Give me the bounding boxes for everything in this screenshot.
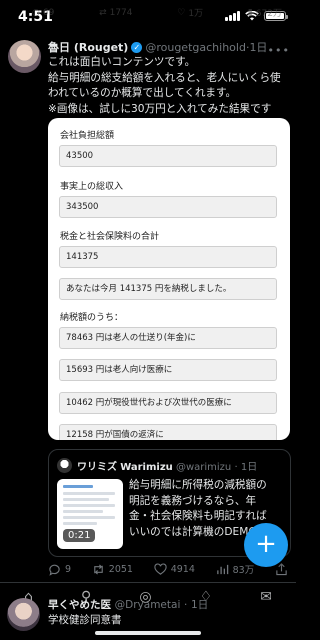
next-tweet-text: 学校健診同意書 bbox=[48, 614, 122, 626]
tweet-text-line: これは面白いコンテンツです。 bbox=[48, 56, 196, 68]
previous-tweet-actions: ○ 69 ⇄ 1774 ♡ 1万 ▮ 672万 bbox=[32, 6, 282, 20]
form-breakdown-item: 10462 円が現役世代および次世代の医療に bbox=[59, 392, 277, 414]
reply-icon bbox=[49, 564, 60, 576]
author-handle[interactable]: @rougetgachihold bbox=[145, 41, 246, 54]
reply-count: 9 bbox=[65, 563, 72, 575]
like-button[interactable]: 4914 bbox=[154, 562, 195, 576]
form-breakdown-item: 15693 円は老人向け医療に bbox=[59, 359, 277, 381]
next-author-handle[interactable]: @Dryametai bbox=[115, 599, 181, 611]
next-tweet-header: 早くやめた医 @Dryametai · 1日 bbox=[48, 597, 208, 612]
previous-reply-count[interactable]: ○ 69 bbox=[32, 6, 54, 19]
author-display-name[interactable]: 魯日 (Rouget) bbox=[48, 39, 128, 55]
form-label-company: 会社負担総額 bbox=[60, 131, 115, 141]
view-count: 83万 bbox=[232, 565, 255, 576]
next-age: 1日 bbox=[191, 599, 209, 611]
quoted-text-line: 明記を義務づけるなら、年 bbox=[129, 494, 257, 507]
form-value-total-income: 343500 bbox=[59, 196, 277, 218]
reply-button[interactable]: 9 bbox=[48, 563, 71, 576]
previous-view-count[interactable]: ▮ 672万 bbox=[248, 6, 282, 20]
quoted-separator: · bbox=[234, 462, 238, 473]
next-separator: · bbox=[184, 599, 188, 611]
tweet-age[interactable]: 1日 bbox=[249, 39, 267, 55]
quoted-author-avatar bbox=[57, 458, 72, 473]
tweet-text: これは面白いコンテンツです。 給与明細の総支給額を入れると、老人にいくら使 われ… bbox=[48, 55, 291, 117]
quoted-video-thumbnail[interactable]: 0:21 bbox=[57, 479, 123, 549]
retweet-count: 2051 bbox=[108, 563, 133, 575]
form-breakdown-item: 78463 円は老人の仕送り(年金)に bbox=[59, 327, 277, 349]
form-label-tax-total: 税金と社会保険料の合計 bbox=[60, 232, 160, 242]
tweet-header: 魯日 (Rouget) ✓ @rougetgachihold · 1日 bbox=[48, 39, 292, 55]
views-chart-icon bbox=[216, 564, 228, 574]
quoted-author-handle: @warimizu bbox=[175, 462, 232, 473]
share-button[interactable] bbox=[275, 562, 288, 576]
verified-badge-icon: ✓ bbox=[131, 41, 143, 53]
quoted-tweet-header: ワリミズ Warimizu @warimizu · 1日 bbox=[77, 458, 257, 473]
form-message-paid: あなたは今月 141375 円を納税しました。 bbox=[59, 278, 277, 300]
tweet-text-line: われているのか概算で出してくれます。 bbox=[48, 87, 237, 99]
form-label-breakdown: 納税額のうち： bbox=[60, 313, 124, 323]
author-avatar[interactable] bbox=[8, 40, 41, 73]
form-value-tax-total: 141375 bbox=[59, 246, 277, 268]
tweet-text-line: 給与明細の総支給額を入れると、老人にいくら使 bbox=[48, 71, 281, 84]
quoted-author-name: ワリミズ bbox=[77, 462, 117, 473]
form-label-total-income: 事実上の総収入 bbox=[60, 182, 124, 192]
previous-like-count[interactable]: ♡ 1万 bbox=[177, 6, 203, 20]
compose-button[interactable]: + bbox=[244, 523, 288, 567]
form-breakdown-item: 12158 円が国債の返済に bbox=[59, 424, 277, 440]
video-duration-badge: 0:21 bbox=[63, 529, 96, 542]
retweet-button[interactable]: 2051 bbox=[92, 563, 133, 576]
views-button[interactable]: 83万 bbox=[216, 562, 255, 576]
quoted-author-display-name: Warimizu bbox=[120, 462, 173, 473]
tweet-image[interactable]: 会社負担総額 43500 事実上の総収入 343500 税金と社会保険料の合計 … bbox=[48, 118, 290, 440]
quoted-text-line: 給与明細に所得税の減税額の bbox=[129, 479, 267, 491]
next-author-name[interactable]: 早くやめた医 bbox=[48, 599, 111, 611]
retweet-icon bbox=[94, 563, 103, 575]
nav-messages-icon[interactable]: ✉ bbox=[260, 589, 272, 605]
previous-retweet-count[interactable]: ⇄ 1774 bbox=[99, 6, 132, 19]
plus-icon: + bbox=[255, 529, 277, 559]
form-value-company: 43500 bbox=[59, 145, 277, 167]
heart-icon bbox=[154, 562, 167, 575]
next-author-avatar[interactable] bbox=[7, 598, 40, 631]
home-indicator bbox=[95, 631, 201, 635]
tweet-actions: 9 2051 4914 83万 bbox=[48, 562, 288, 576]
quoted-age: 1日 bbox=[240, 462, 258, 473]
share-icon bbox=[276, 562, 287, 575]
like-count: 4914 bbox=[170, 563, 195, 575]
tweet-text-line: ※画像は、試しに30万円と入れてみた結果です bbox=[48, 102, 272, 115]
